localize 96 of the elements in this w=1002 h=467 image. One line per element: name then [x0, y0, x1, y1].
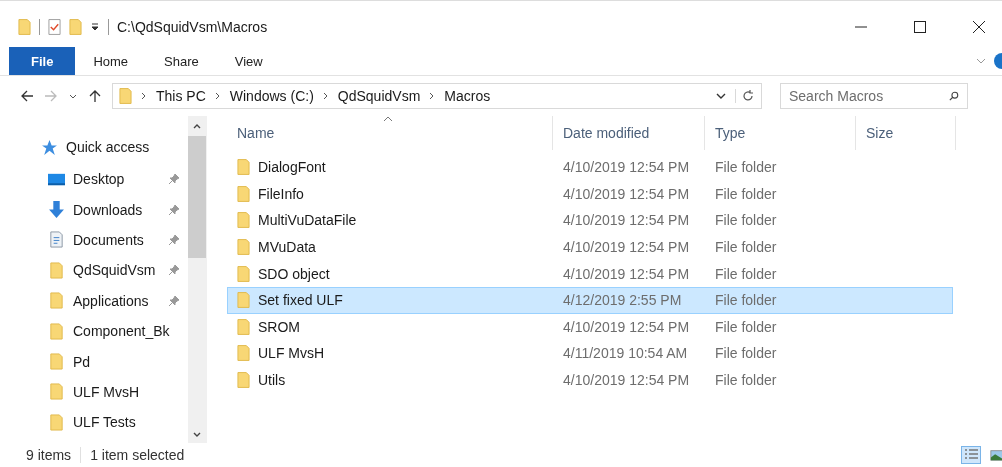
folder-icon — [237, 264, 250, 283]
column-header[interactable]: Date modified — [553, 116, 705, 150]
sidebar-item[interactable]: ULF MvsH — [73, 383, 140, 400]
refresh-icon[interactable] — [735, 89, 755, 103]
search-field[interactable]: Search Macros — [780, 83, 968, 109]
file-name: FileInfo — [258, 185, 304, 202]
folder-icon — [237, 184, 250, 203]
file-type: File folder — [715, 292, 777, 309]
file-name: Set fixed ULF — [258, 292, 343, 309]
chevron-icon[interactable] — [322, 91, 329, 101]
file-row[interactable]: FileInfo 4/10/2019 12:54 PM File folder — [227, 180, 953, 208]
selection-count: 1 item selected — [90, 447, 185, 463]
date-modified: 4/10/2019 12:54 PM — [563, 265, 690, 282]
folder-icon — [237, 211, 250, 230]
properties-icon[interactable] — [48, 18, 61, 36]
breadcrumb[interactable]: This PC — [156, 88, 206, 104]
folder-icon — [237, 344, 250, 363]
document-icon — [48, 231, 65, 249]
file-row[interactable]: SROM 4/10/2019 12:54 PM File folder — [227, 313, 953, 341]
file-name: Utils — [258, 372, 286, 389]
download-icon — [48, 201, 65, 219]
file-name: MultiVuDataFile — [258, 212, 357, 229]
date-modified: 4/11/2019 10:54 AM — [563, 345, 688, 362]
date-modified: 4/10/2019 12:54 PM — [563, 372, 690, 389]
folder-icon — [237, 291, 250, 310]
file-type: File folder — [715, 159, 777, 176]
scrollbar[interactable] — [188, 116, 206, 443]
ribbon-tab[interactable]: File — [9, 47, 76, 75]
ribbon-tab[interactable]: View — [216, 47, 281, 75]
file-row[interactable]: Utils 4/10/2019 12:54 PM File folder — [227, 366, 953, 394]
search-icon — [949, 91, 959, 101]
back-icon[interactable] — [20, 89, 34, 103]
sidebar-item[interactable]: Component_Bk — [73, 323, 170, 340]
file-name: DialogFont — [258, 159, 326, 176]
date-modified: 4/10/2019 12:54 PM — [563, 185, 690, 202]
folder-icon — [237, 317, 250, 336]
breadcrumb[interactable]: QdSquidVsm — [337, 88, 421, 104]
sidebar-item[interactable]: Quick access — [66, 139, 150, 155]
star-icon — [41, 138, 58, 156]
up-icon[interactable] — [88, 89, 102, 103]
date-modified: 4/10/2019 12:54 PM — [563, 212, 690, 229]
date-modified: 4/12/2019 2:55 PM — [563, 292, 682, 309]
file-type: File folder — [715, 372, 777, 389]
column-header[interactable]: Size — [856, 116, 956, 150]
file-name: ULF MvsH — [258, 345, 325, 362]
sidebar-item[interactable]: Pd — [73, 353, 91, 370]
address-bar[interactable]: This PC Windows (C:) QdSquidVsm Macros — [112, 83, 762, 109]
folder-icon — [119, 87, 132, 105]
chevron-icon[interactable] — [429, 91, 436, 101]
file-row[interactable]: MVuData 4/10/2019 12:54 PM File folder — [227, 233, 953, 261]
folder-icon — [237, 371, 250, 390]
file-type: File folder — [715, 345, 777, 362]
breadcrumb[interactable]: Windows (C:) — [229, 88, 314, 104]
file-type: File folder — [715, 265, 777, 282]
folder-icon — [48, 292, 65, 310]
column-header[interactable]: Name — [227, 116, 553, 150]
dropdown-icon[interactable] — [90, 22, 100, 32]
folder-icon — [237, 158, 250, 177]
file-row[interactable]: MultiVuDataFile 4/10/2019 12:54 PM File folder — [227, 207, 953, 234]
file-type: File folder — [715, 185, 777, 202]
folder-icon — [48, 322, 65, 340]
breadcrumb[interactable]: Macros — [444, 88, 491, 104]
ribbon-tab[interactable]: Home — [75, 47, 147, 75]
folder-icon — [48, 413, 65, 431]
folder-icon — [237, 238, 250, 257]
date-modified: 4/10/2019 12:54 PM — [563, 239, 690, 256]
item-count: 9 items — [26, 447, 72, 463]
chevron-icon[interactable] — [141, 91, 147, 101]
window-title: C:\QdSquidVsm\Macros — [117, 19, 268, 35]
sidebar-item[interactable]: Applications — [73, 292, 149, 309]
sidebar-item[interactable]: ULF Tests — [73, 414, 136, 431]
file-row[interactable]: ULF MvsH 4/11/2019 10:54 AM File folder — [227, 340, 953, 367]
sidebar-item[interactable]: QdSquidVsm — [73, 262, 156, 279]
sidebar-item[interactable]: Documents — [73, 231, 144, 248]
file-type: File folder — [715, 318, 777, 335]
file-type: File folder — [715, 212, 777, 229]
date-modified: 4/10/2019 12:54 PM — [563, 159, 690, 176]
sidebar-item[interactable]: Desktop — [73, 171, 125, 188]
file-row[interactable]: Set fixed ULF 4/12/2019 2:55 PM File folder — [227, 286, 953, 314]
date-modified: 4/10/2019 12:54 PM — [563, 318, 690, 335]
help-icon[interactable] — [994, 53, 1002, 69]
folder-icon — [48, 261, 65, 279]
folder-icon — [48, 383, 65, 401]
file-type: File folder — [715, 239, 777, 256]
dropdown-icon[interactable] — [716, 91, 726, 101]
file-name: MVuData — [258, 239, 316, 256]
chevron-icon[interactable] — [214, 91, 221, 101]
folder-icon — [48, 353, 65, 371]
file-row[interactable]: DialogFont 4/10/2019 12:54 PM File folder — [227, 154, 953, 181]
sidebar-item[interactable]: Downloads — [73, 201, 143, 218]
file-name: SDO object — [258, 265, 330, 282]
sort-icon — [383, 116, 393, 122]
column-header[interactable]: Type — [705, 116, 856, 150]
file-row[interactable]: SDO object 4/10/2019 12:54 PM File folder — [227, 260, 953, 287]
ribbon-tab[interactable]: Share — [146, 47, 217, 75]
file-name: SROM — [258, 318, 300, 335]
